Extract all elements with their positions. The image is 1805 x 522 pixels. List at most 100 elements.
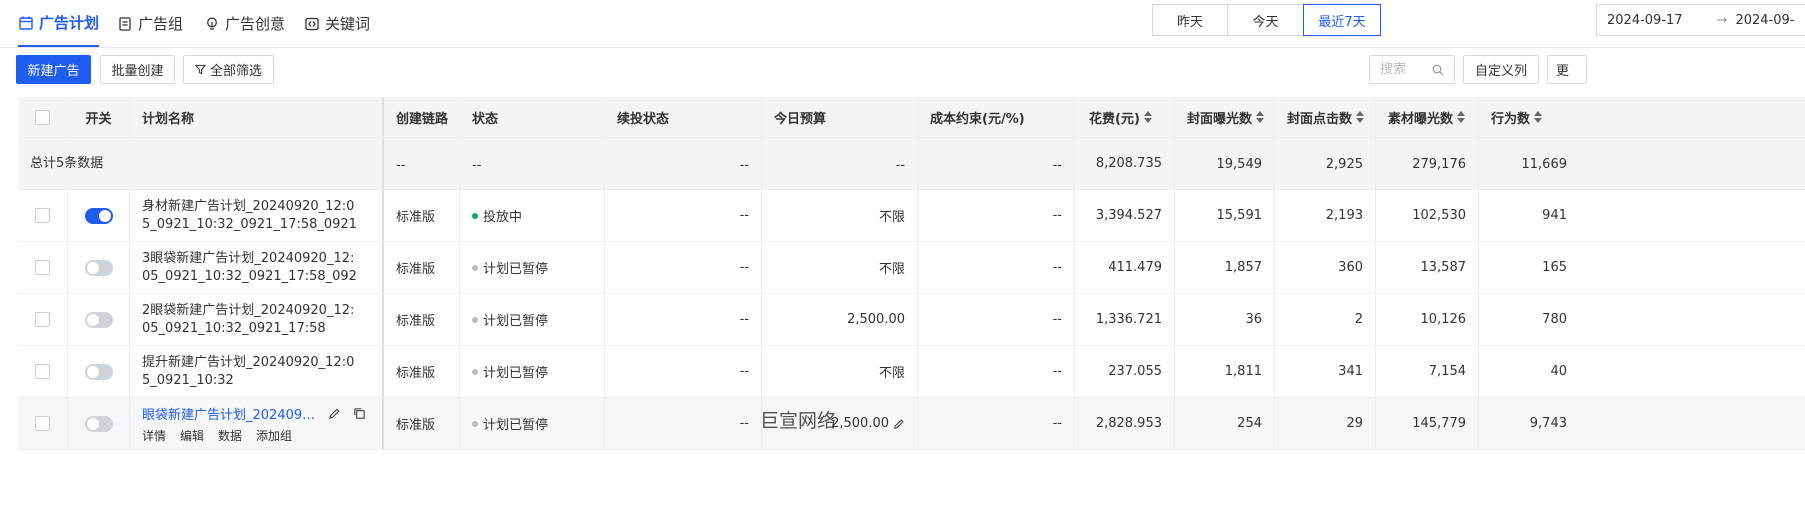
header-spend-label: 花费(元) xyxy=(1089,111,1140,127)
copy-icon[interactable] xyxy=(353,407,366,420)
header-cover-click[interactable]: 封面点击数 xyxy=(1275,97,1376,137)
row-action-link[interactable]: 数据 xyxy=(218,427,242,444)
row-name-cell: 3眼袋新建广告计划_20240920_12:05_0921_10:32_0921… xyxy=(130,242,384,293)
group-icon xyxy=(119,16,131,31)
filter-all-button[interactable]: 全部筛选 xyxy=(183,55,274,84)
status-dot-icon xyxy=(472,212,478,219)
row-spend: 411.479 xyxy=(1075,242,1175,293)
row-status-cell: 计划已暂停 xyxy=(460,346,605,397)
summary-spend: 8,208.735 xyxy=(1075,138,1175,189)
row-status-cell: 计划已暂停 xyxy=(460,242,605,293)
plan-switch-toggle[interactable] xyxy=(84,207,113,224)
select-all-checkbox[interactable] xyxy=(35,109,50,125)
sort-icon[interactable] xyxy=(1457,111,1466,123)
row-chain: 标准版 xyxy=(384,398,460,449)
table-row[interactable]: 2眼袋新建广告计划_20240920_12:05_0921_10:32_0921… xyxy=(18,294,1805,346)
row-cover-impr: 1,857 xyxy=(1175,242,1275,293)
plan-name[interactable]: 3眼袋新建广告计划_20240920_12:05_0921_10:32_0921… xyxy=(142,250,362,286)
new-ad-button[interactable]: 新建广告 xyxy=(16,55,91,84)
header-renew: 续投状态 xyxy=(605,97,762,137)
row-status: 计划已暂停 xyxy=(483,418,549,433)
summary-cover-click: 2,925 xyxy=(1275,138,1376,189)
row-switch-cell xyxy=(68,398,130,449)
row-renew: -- xyxy=(605,294,762,345)
search-icon[interactable] xyxy=(1432,64,1444,76)
plan-switch-toggle[interactable] xyxy=(84,415,113,432)
date-yesterday-button[interactable]: 昨天 xyxy=(1152,4,1228,36)
date-start: 2024-09-17 xyxy=(1607,12,1683,28)
batch-create-button[interactable]: 批量创建 xyxy=(100,55,175,84)
row-name-cell: 2眼袋新建广告计划_20240920_12:05_0921_10:32_0921… xyxy=(130,294,384,345)
table-row[interactable]: 提升新建广告计划_20240920_12:05_0921_10:32 标准版 计划已… xyxy=(18,346,1805,398)
date-last7days-button[interactable]: 最近7天 xyxy=(1303,4,1381,36)
summary-renew: -- xyxy=(605,138,762,189)
table-header: 开关 计划名称 创建链路 状态 续投状态 今日预算 成本约束(元/%) 花费(元… xyxy=(18,97,1805,138)
plan-name[interactable]: 身材新建广告计划_20240920_12:05_0921_10:32_0921_… xyxy=(142,198,362,234)
summary-row: 总计5条数据 -- -- -- -- -- 8,208.735 19,549 2… xyxy=(18,138,1805,190)
row-mat-impr: 7,154 xyxy=(1376,346,1479,397)
row-chain: 标准版 xyxy=(384,242,460,293)
tab-ad-plan[interactable]: 广告计划 xyxy=(18,0,100,47)
row-action-link[interactable]: 编辑 xyxy=(180,427,204,444)
row-checkbox-cell xyxy=(18,398,68,449)
header-name: 计划名称 xyxy=(130,97,384,137)
table-row[interactable]: 3眼袋新建广告计划_20240920_12:05_0921_10:32_0921… xyxy=(18,242,1805,294)
row-action-link[interactable]: 添加组 xyxy=(256,427,292,444)
tab-ad-creative-label: 广告创意 xyxy=(225,15,286,33)
tab-ad-group-label: 广告组 xyxy=(138,15,184,33)
plan-name[interactable]: 2眼袋新建广告计划_20240920_12:05_0921_10:32_0921… xyxy=(142,302,362,338)
tab-keywords[interactable]: 关键词 xyxy=(304,0,370,47)
row-checkbox[interactable] xyxy=(35,364,50,379)
ad-plan-table: 开关 计划名称 创建链路 状态 续投状态 今日预算 成本约束(元/%) 花费(元… xyxy=(18,97,1805,508)
table-row[interactable]: 身材新建广告计划_20240920_12:05_0921_10:32_0921_… xyxy=(18,190,1805,242)
row-spend: 2,828.953 xyxy=(1075,398,1175,449)
header-actions[interactable]: 行为数 xyxy=(1479,97,1579,137)
plan-name[interactable]: 提升新建广告计划_20240920_12:05_0921_10:32 xyxy=(142,354,362,390)
header-mat-impr[interactable]: 素材曝光数 xyxy=(1376,97,1479,137)
top-nav: 广告计划 广告组 广告创意 关键词 昨天 今天 最近7天 2024-09-17 … xyxy=(0,0,1805,48)
row-checkbox[interactable] xyxy=(35,312,50,327)
plan-switch-toggle[interactable] xyxy=(84,363,113,380)
sort-icon[interactable] xyxy=(1256,111,1265,123)
header-spend[interactable]: 花费(元) xyxy=(1075,97,1175,137)
row-checkbox[interactable] xyxy=(35,416,50,431)
date-today-button[interactable]: 今天 xyxy=(1227,4,1304,36)
row-status-cell: 计划已暂停 xyxy=(460,398,605,449)
sort-icon[interactable] xyxy=(1143,111,1152,123)
custom-columns-button[interactable]: 自定义列 xyxy=(1463,55,1539,84)
row-checkbox[interactable] xyxy=(35,208,50,223)
row-budget: 不限 xyxy=(762,242,918,293)
row-checkbox[interactable] xyxy=(35,260,50,275)
row-action-link[interactable]: 详情 xyxy=(142,427,166,444)
plan-switch-toggle[interactable] xyxy=(84,311,113,328)
tab-ad-creative[interactable]: 广告创意 xyxy=(204,0,285,47)
header-budget: 今日预算 xyxy=(762,97,918,137)
row-chain: 标准版 xyxy=(384,346,460,397)
sort-icon[interactable] xyxy=(1534,111,1543,123)
header-cover-impr[interactable]: 封面曝光数 xyxy=(1175,97,1275,137)
edit-icon[interactable] xyxy=(893,418,905,430)
plan-icon xyxy=(19,16,33,30)
row-budget: 2,500.00 xyxy=(762,294,918,345)
more-button[interactable]: 更 xyxy=(1547,55,1587,84)
row-budget: 不限 xyxy=(762,190,918,241)
edit-icon[interactable] xyxy=(328,407,341,420)
status-dot-icon xyxy=(472,368,478,375)
plan-switch-toggle[interactable] xyxy=(84,259,113,276)
plan-name-link[interactable]: 眼袋新建广告计划_20240920_1... xyxy=(142,404,318,423)
bulb-icon xyxy=(207,17,217,30)
row-spend: 1,336.721 xyxy=(1075,294,1175,345)
tab-ad-group[interactable]: 广告组 xyxy=(117,0,183,47)
search-input[interactable] xyxy=(1380,62,1432,77)
row-renew: -- xyxy=(605,398,762,449)
table-row[interactable]: 眼袋新建广告计划_20240920_1... 详情编辑数据添加组 标准版 计划已暂停 -… xyxy=(18,398,1805,450)
status-dot-icon xyxy=(472,316,478,323)
date-range-picker[interactable]: 2024-09-17 → 2024-09- xyxy=(1596,4,1805,36)
sort-icon[interactable] xyxy=(1356,111,1365,123)
search-box[interactable] xyxy=(1369,55,1455,84)
summary-actions: 11,669 xyxy=(1521,157,1568,172)
row-cost-limit: -- xyxy=(918,346,1075,397)
row-cover-impr: 1,811 xyxy=(1175,346,1275,397)
tab-ad-plan-label: 广告计划 xyxy=(39,14,100,32)
summary-cost-limit: -- xyxy=(918,138,1075,189)
